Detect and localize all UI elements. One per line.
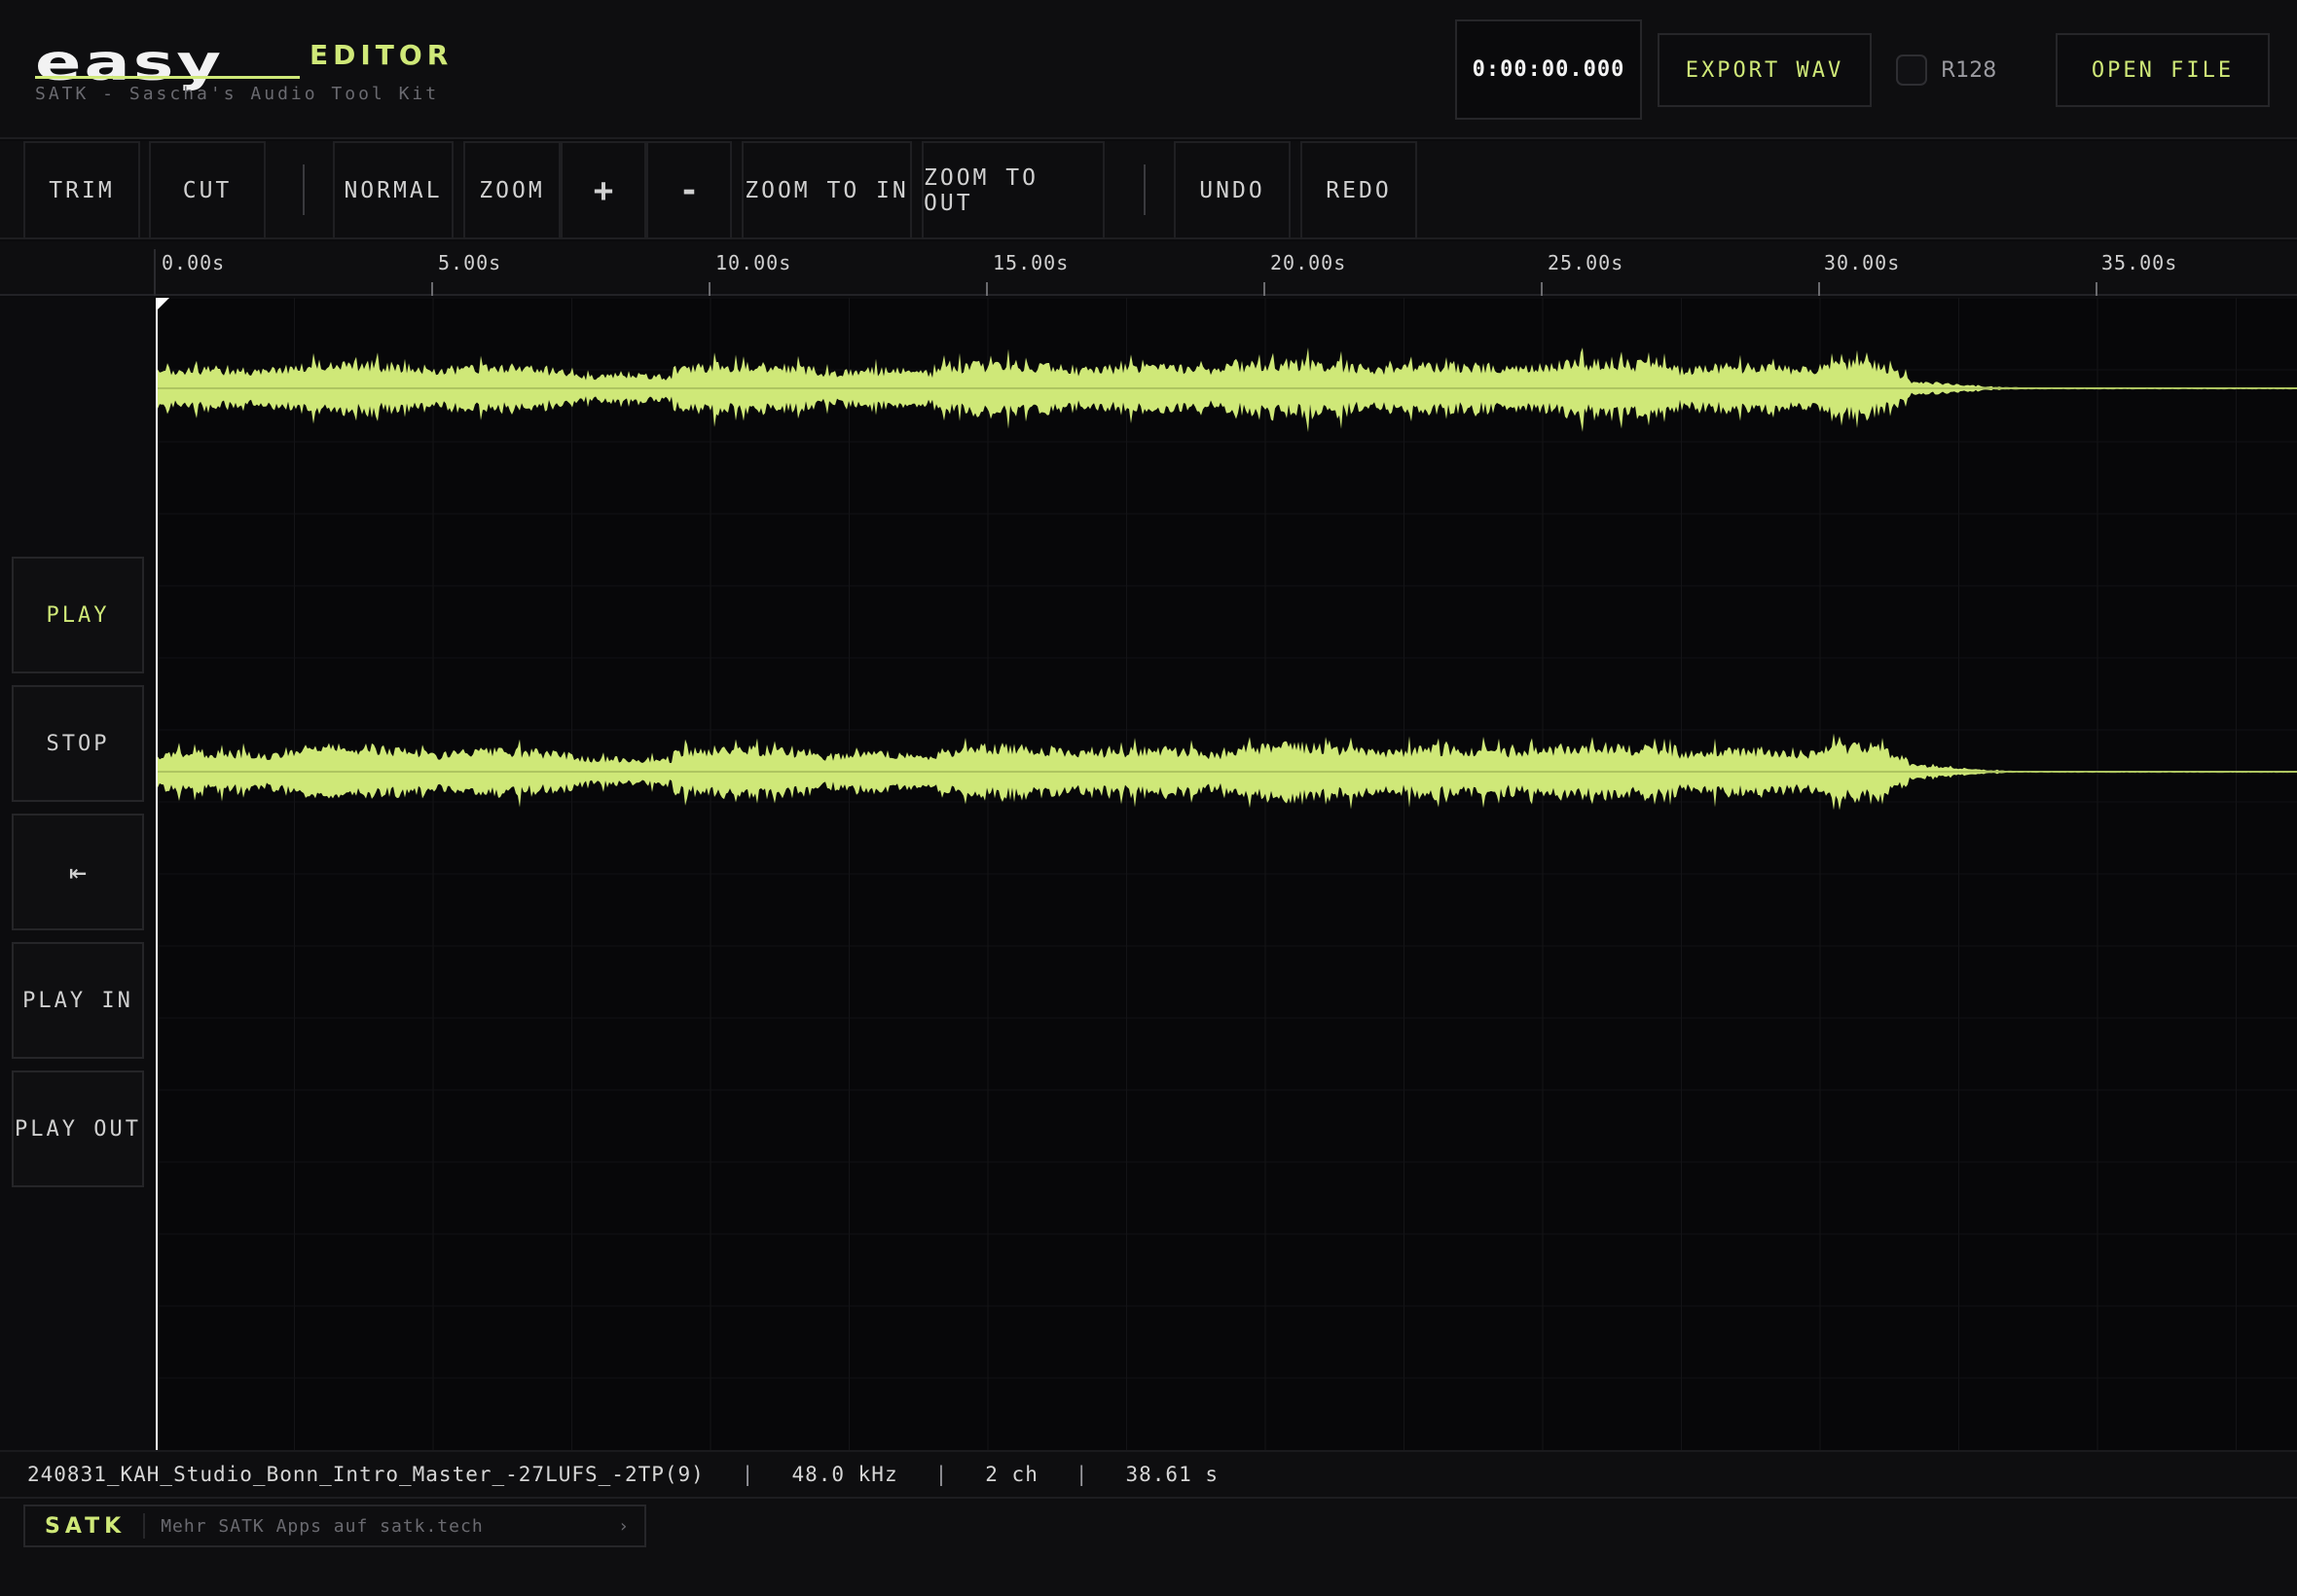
waveform-channel-1 [156,347,2297,433]
app-subtitle: SATK - Sascha's Audio Tool Kit [35,84,440,104]
r128-toggle[interactable]: R128 [1896,54,1996,86]
normal-button[interactable]: NORMAL [333,141,454,239]
ruler-tick-label: 35.00s [2101,251,2178,274]
edit-toolbar: TRIM CUT NORMAL ZOOM + - ZOOM TO IN ZOOM… [0,141,2297,239]
ruler-tick-mark [2096,282,2097,296]
ruler-tick-mark [431,282,433,296]
satk-brand-logo: SATK [25,1513,146,1539]
logo-underline [35,76,300,79]
stop-button[interactable]: STOP [12,685,144,802]
sample-rate: 48.0 kHz [791,1463,898,1486]
zoom-to-in-button[interactable]: ZOOM TO IN [742,141,912,239]
waveform-canvas[interactable] [156,298,2297,1450]
toolbar-divider [1144,164,1146,215]
zoom-minus-button[interactable]: - [646,141,732,239]
ruler-tick-mark [986,282,988,296]
play-out-button[interactable]: PLAY OUT [12,1070,144,1187]
cut-button[interactable]: CUT [149,141,266,239]
status-separator: | [1075,1463,1089,1486]
ruler-tick-label: 30.00s [1824,251,1901,274]
r128-label: R128 [1941,57,1997,83]
ruler-tick-mark [1263,282,1265,296]
zoom-to-out-button[interactable]: ZOOM TO OUT [922,141,1105,239]
file-info-bar: 240831_KAH_Studio_Bonn_Intro_Master_-27L… [0,1450,2297,1497]
time-ruler[interactable]: 0.00s 5.00s 10.00s 15.00s 20.00s 25.00s … [0,241,2297,296]
logo-suffix: EDITOR [310,39,454,71]
satk-link-text: Mehr SATK Apps auf satk.tech [161,1515,484,1537]
undo-button[interactable]: UNDO [1174,141,1291,239]
export-wav-button[interactable]: EXPORT WAV [1658,33,1872,107]
file-name: 240831_KAH_Studio_Bonn_Intro_Master_-27L… [27,1463,705,1486]
status-separator: | [741,1463,755,1486]
chevron-right-icon: › [618,1515,629,1537]
channel-count: 2 ch [985,1463,1039,1486]
trim-button[interactable]: TRIM [23,141,140,239]
ruler-tick-label: 20.00s [1270,251,1347,274]
file-duration: 38.61 s [1125,1463,1220,1486]
app-logo: easy EDITOR [35,19,448,92]
timecode-display: 0:00:00.000 [1455,19,1642,120]
ruler-tick-label: 5.00s [438,251,502,274]
ruler-tick-label: 15.00s [993,251,1070,274]
zoom-plus-button[interactable]: + [561,141,646,239]
ruler-tick-mark [1818,282,1820,296]
ruler-tick-mark [709,282,711,296]
playhead-handle [156,298,169,311]
app-footer: SATK Mehr SATK Apps auf satk.tech › [0,1497,2297,1596]
ruler-tick-label: 0.00s [162,251,226,274]
toolbar-divider [303,164,305,215]
ruler-tick-mark [1541,282,1543,296]
r128-checkbox[interactable] [1896,54,1927,86]
go-to-start-button[interactable]: ⇤ [12,814,144,930]
logo-wordmark: easy [35,34,225,92]
waveform-view[interactable] [156,298,2297,1450]
ruler-tick-label: 10.00s [715,251,792,274]
skip-to-start-icon: ⇤ [68,854,88,889]
open-file-button[interactable]: OPEN FILE [2056,33,2270,107]
ruler-tick-label: 25.00s [1548,251,1624,274]
transport-panel: PLAY STOP ⇤ PLAY IN PLAY OUT [0,298,156,1450]
ruler-origin-line [154,249,156,296]
play-button[interactable]: PLAY [12,557,144,673]
zoom-button[interactable]: ZOOM [463,141,561,239]
play-in-button[interactable]: PLAY IN [12,942,144,1059]
app-header: easy EDITOR SATK - Sascha's Audio Tool K… [0,0,2297,139]
redo-button[interactable]: REDO [1300,141,1417,239]
status-separator: | [934,1463,949,1486]
satk-apps-link[interactable]: SATK Mehr SATK Apps auf satk.tech › [23,1505,646,1547]
